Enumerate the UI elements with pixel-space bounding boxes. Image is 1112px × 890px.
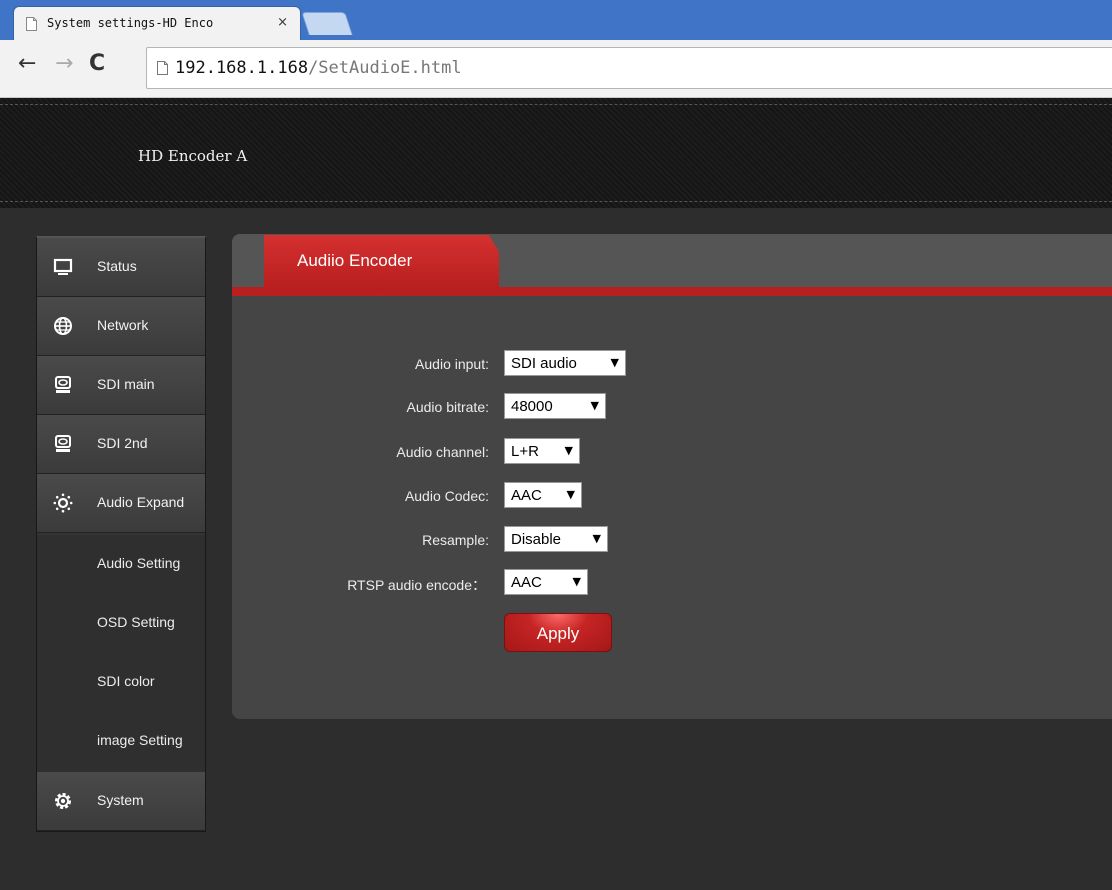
- url-text: 192.168.1.168/SetAudioE.html: [175, 58, 462, 78]
- globe-icon: [54, 317, 72, 335]
- browser-tab[interactable]: System settings-HD Enco ×: [14, 7, 300, 40]
- resample-row: Resample: Disable ▼: [232, 524, 1112, 556]
- field-label: Audio channel:: [396, 444, 489, 460]
- header-divider: [0, 201, 1112, 202]
- gear-icon: [55, 793, 71, 809]
- apply-button-label: Apply: [536, 624, 580, 643]
- audio-input-select[interactable]: SDI audio ▼: [504, 350, 626, 376]
- submenu-item-sdi-color[interactable]: SDI color: [37, 653, 205, 711]
- reload-icon[interactable]: C: [89, 51, 105, 76]
- dropdown-arrow-icon: ▼: [592, 532, 601, 545]
- tab-audio-encoder[interactable]: Audiio Encoder: [264, 235, 499, 291]
- dropdown-arrow-icon: ▼: [590, 399, 599, 412]
- audio-bitrate-select[interactable]: 48000 ▼: [504, 393, 606, 419]
- sidebar-item-label: Audio Expand: [97, 494, 185, 510]
- dropdown-arrow-icon: ▼: [564, 444, 573, 457]
- resample-select[interactable]: Disable ▼: [504, 526, 608, 552]
- submenu-item-label: Audio Setting: [97, 555, 181, 571]
- tab-title: System settings-HD Enco: [47, 16, 214, 30]
- disk-drive-icon: [55, 435, 71, 452]
- url-host: 192.168.1.168: [175, 58, 309, 78]
- field-label: Resample:: [422, 532, 489, 548]
- close-icon[interactable]: ×: [277, 15, 288, 30]
- apply-button[interactable]: Apply: [504, 613, 612, 652]
- url-path: /SetAudioE.html: [308, 58, 462, 78]
- header-divider: [0, 104, 1112, 105]
- rtsp-audio-encode-select[interactable]: AAC ▼: [504, 569, 588, 595]
- audio-channel-row: Audio channel: L+R ▼: [232, 436, 1112, 468]
- web-page: HD Encoder A Status Network SDI main SDI…: [0, 98, 1112, 890]
- back-arrow-icon[interactable]: ←: [18, 51, 36, 76]
- sidebar-item-label: Status: [97, 258, 137, 274]
- select-value: L+R: [511, 443, 539, 460]
- device-name: HD Encoder A: [138, 147, 248, 165]
- page-header: HD Encoder A: [0, 98, 1112, 208]
- sidebar-item-label: SDI main: [97, 376, 155, 392]
- field-label: RTSP audio encode：: [347, 577, 486, 593]
- sidebar-item-label: SDI 2nd: [97, 435, 148, 451]
- audio-bitrate-row: Audio bitrate: 48000 ▼: [232, 391, 1112, 423]
- field-label: Audio bitrate:: [406, 399, 490, 415]
- audio-codec-row: Audio Codec: AAC ▼: [232, 480, 1112, 512]
- browser-toolbar: ← → C 192.168.1.168/SetAudioE.html: [0, 40, 1112, 98]
- dropdown-arrow-icon: ▼: [610, 356, 619, 369]
- submenu-item-label: OSD Setting: [97, 614, 175, 630]
- dropdown-arrow-icon: ▼: [566, 488, 575, 501]
- sidebar-item-label: Network: [97, 317, 149, 333]
- audio-submenu: Audio Setting OSD Setting SDI color imag…: [37, 535, 205, 772]
- submenu-item-label: SDI color: [97, 673, 155, 689]
- sidebar-item-status[interactable]: Status: [37, 238, 205, 297]
- audio-codec-select[interactable]: AAC ▼: [504, 482, 582, 508]
- sidebar-item-system[interactable]: System: [37, 772, 205, 831]
- select-value: 48000: [511, 398, 553, 415]
- page-icon: [26, 17, 37, 31]
- submenu-item-osd-setting[interactable]: OSD Setting: [37, 594, 205, 652]
- select-value: Disable: [511, 531, 562, 548]
- submenu-item-label: image Setting: [97, 732, 183, 748]
- audio-channel-select[interactable]: L+R ▼: [504, 438, 580, 464]
- page-icon: [157, 61, 168, 75]
- audio-input-row: Audio input: SDI audio ▼: [232, 348, 1112, 380]
- disk-drive-icon: [55, 376, 71, 393]
- submenu-item-audio-setting[interactable]: Audio Setting: [37, 535, 205, 593]
- field-label: Audio input:: [415, 356, 489, 372]
- sidebar-item-network[interactable]: Network: [37, 297, 205, 356]
- select-value: AAC: [511, 574, 542, 591]
- field-label: Audio Codec:: [404, 488, 489, 504]
- tab-label: Audiio Encoder: [297, 251, 413, 270]
- sidebar-menu: Status Network SDI main SDI 2nd Audio Ex…: [36, 236, 206, 832]
- rtsp-audio-encode-row: RTSP audio encode： AAC ▼: [232, 567, 1112, 599]
- forward-arrow-icon[interactable]: →: [55, 51, 73, 76]
- address-bar[interactable]: 192.168.1.168/SetAudioE.html: [146, 47, 1112, 89]
- sidebar-item-sdi-2nd[interactable]: SDI 2nd: [37, 415, 205, 474]
- select-value: SDI audio: [511, 355, 577, 372]
- dropdown-arrow-icon: ▼: [572, 575, 581, 588]
- submenu-item-image-setting[interactable]: image Setting: [37, 712, 205, 770]
- select-value: AAC: [511, 487, 542, 504]
- browser-tabstrip: System settings-HD Enco ×: [0, 0, 1112, 40]
- sidebar-item-audio-expand[interactable]: Audio Expand: [37, 474, 205, 533]
- sidebar-item-label: System: [97, 792, 144, 808]
- monitor-icon: [53, 258, 73, 275]
- content-panel: Audiio Encoder Audio input: SDI audio ▼ …: [232, 234, 1112, 719]
- sidebar-item-sdi-main[interactable]: SDI main: [37, 356, 205, 415]
- new-tab-button[interactable]: [301, 12, 353, 35]
- sun-gear-icon: [53, 493, 73, 513]
